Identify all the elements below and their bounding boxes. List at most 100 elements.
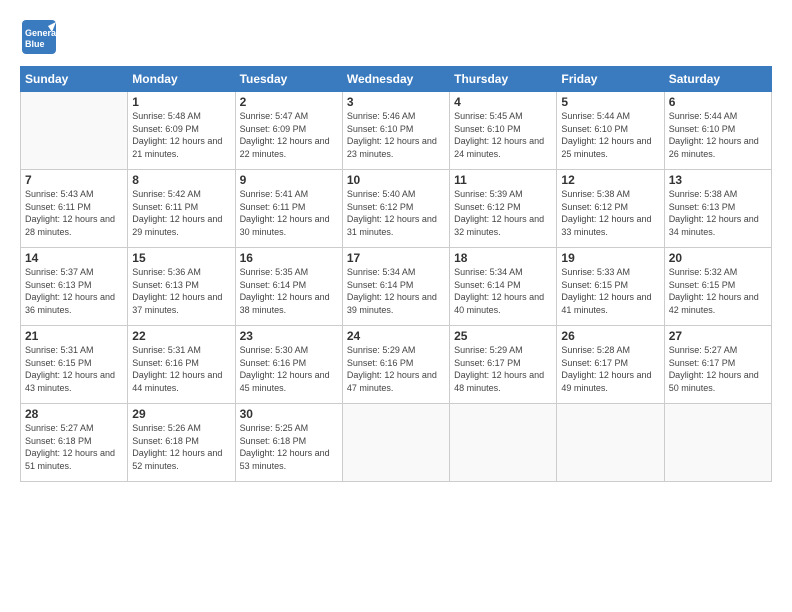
calendar-cell: 24Sunrise: 5:29 AMSunset: 6:16 PMDayligh… bbox=[342, 326, 449, 404]
day-info: Sunrise: 5:33 AMSunset: 6:15 PMDaylight:… bbox=[561, 266, 659, 316]
day-number: 9 bbox=[240, 173, 338, 187]
day-number: 29 bbox=[132, 407, 230, 421]
calendar-header-monday: Monday bbox=[128, 67, 235, 92]
calendar-header-wednesday: Wednesday bbox=[342, 67, 449, 92]
sunrise-text: Sunrise: 5:44 AM bbox=[669, 110, 767, 123]
sunrise-text: Sunrise: 5:39 AM bbox=[454, 188, 552, 201]
daylight-text: Daylight: 12 hours and 32 minutes. bbox=[454, 213, 552, 238]
sunrise-text: Sunrise: 5:46 AM bbox=[347, 110, 445, 123]
daylight-text: Daylight: 12 hours and 37 minutes. bbox=[132, 291, 230, 316]
calendar-cell: 3Sunrise: 5:46 AMSunset: 6:10 PMDaylight… bbox=[342, 92, 449, 170]
sunrise-text: Sunrise: 5:38 AM bbox=[669, 188, 767, 201]
day-info: Sunrise: 5:27 AMSunset: 6:18 PMDaylight:… bbox=[25, 422, 123, 472]
calendar-header-sunday: Sunday bbox=[21, 67, 128, 92]
sunrise-text: Sunrise: 5:40 AM bbox=[347, 188, 445, 201]
daylight-text: Daylight: 12 hours and 30 minutes. bbox=[240, 213, 338, 238]
calendar-header-row: SundayMondayTuesdayWednesdayThursdayFrid… bbox=[21, 67, 772, 92]
sunset-text: Sunset: 6:09 PM bbox=[240, 123, 338, 136]
daylight-text: Daylight: 12 hours and 28 minutes. bbox=[25, 213, 123, 238]
sunrise-text: Sunrise: 5:31 AM bbox=[132, 344, 230, 357]
calendar-cell: 4Sunrise: 5:45 AMSunset: 6:10 PMDaylight… bbox=[450, 92, 557, 170]
day-number: 27 bbox=[669, 329, 767, 343]
sunset-text: Sunset: 6:15 PM bbox=[561, 279, 659, 292]
calendar-header-tuesday: Tuesday bbox=[235, 67, 342, 92]
day-number: 12 bbox=[561, 173, 659, 187]
daylight-text: Daylight: 12 hours and 22 minutes. bbox=[240, 135, 338, 160]
day-number: 20 bbox=[669, 251, 767, 265]
daylight-text: Daylight: 12 hours and 21 minutes. bbox=[132, 135, 230, 160]
sunrise-text: Sunrise: 5:30 AM bbox=[240, 344, 338, 357]
sunrise-text: Sunrise: 5:27 AM bbox=[25, 422, 123, 435]
sunset-text: Sunset: 6:16 PM bbox=[347, 357, 445, 370]
sunset-text: Sunset: 6:11 PM bbox=[240, 201, 338, 214]
sunrise-text: Sunrise: 5:43 AM bbox=[25, 188, 123, 201]
day-info: Sunrise: 5:26 AMSunset: 6:18 PMDaylight:… bbox=[132, 422, 230, 472]
daylight-text: Daylight: 12 hours and 52 minutes. bbox=[132, 447, 230, 472]
day-info: Sunrise: 5:34 AMSunset: 6:14 PMDaylight:… bbox=[454, 266, 552, 316]
sunrise-text: Sunrise: 5:38 AM bbox=[561, 188, 659, 201]
calendar-header-saturday: Saturday bbox=[664, 67, 771, 92]
sunrise-text: Sunrise: 5:45 AM bbox=[454, 110, 552, 123]
calendar-cell: 27Sunrise: 5:27 AMSunset: 6:17 PMDayligh… bbox=[664, 326, 771, 404]
daylight-text: Daylight: 12 hours and 44 minutes. bbox=[132, 369, 230, 394]
sunrise-text: Sunrise: 5:29 AM bbox=[454, 344, 552, 357]
daylight-text: Daylight: 12 hours and 36 minutes. bbox=[25, 291, 123, 316]
calendar-cell: 18Sunrise: 5:34 AMSunset: 6:14 PMDayligh… bbox=[450, 248, 557, 326]
calendar: SundayMondayTuesdayWednesdayThursdayFrid… bbox=[20, 66, 772, 482]
day-info: Sunrise: 5:35 AMSunset: 6:14 PMDaylight:… bbox=[240, 266, 338, 316]
sunset-text: Sunset: 6:10 PM bbox=[347, 123, 445, 136]
calendar-cell: 8Sunrise: 5:42 AMSunset: 6:11 PMDaylight… bbox=[128, 170, 235, 248]
calendar-cell: 6Sunrise: 5:44 AMSunset: 6:10 PMDaylight… bbox=[664, 92, 771, 170]
day-number: 16 bbox=[240, 251, 338, 265]
sunset-text: Sunset: 6:16 PM bbox=[240, 357, 338, 370]
sunset-text: Sunset: 6:15 PM bbox=[669, 279, 767, 292]
sunset-text: Sunset: 6:18 PM bbox=[132, 435, 230, 448]
day-info: Sunrise: 5:41 AMSunset: 6:11 PMDaylight:… bbox=[240, 188, 338, 238]
daylight-text: Daylight: 12 hours and 29 minutes. bbox=[132, 213, 230, 238]
sunset-text: Sunset: 6:17 PM bbox=[669, 357, 767, 370]
daylight-text: Daylight: 12 hours and 48 minutes. bbox=[454, 369, 552, 394]
daylight-text: Daylight: 12 hours and 38 minutes. bbox=[240, 291, 338, 316]
day-info: Sunrise: 5:31 AMSunset: 6:16 PMDaylight:… bbox=[132, 344, 230, 394]
daylight-text: Daylight: 12 hours and 43 minutes. bbox=[25, 369, 123, 394]
daylight-text: Daylight: 12 hours and 50 minutes. bbox=[669, 369, 767, 394]
daylight-text: Daylight: 12 hours and 47 minutes. bbox=[347, 369, 445, 394]
calendar-cell: 1Sunrise: 5:48 AMSunset: 6:09 PMDaylight… bbox=[128, 92, 235, 170]
calendar-cell: 29Sunrise: 5:26 AMSunset: 6:18 PMDayligh… bbox=[128, 404, 235, 482]
sunset-text: Sunset: 6:10 PM bbox=[561, 123, 659, 136]
sunrise-text: Sunrise: 5:42 AM bbox=[132, 188, 230, 201]
calendar-cell bbox=[557, 404, 664, 482]
sunset-text: Sunset: 6:11 PM bbox=[132, 201, 230, 214]
calendar-cell: 21Sunrise: 5:31 AMSunset: 6:15 PMDayligh… bbox=[21, 326, 128, 404]
day-number: 2 bbox=[240, 95, 338, 109]
day-number: 15 bbox=[132, 251, 230, 265]
day-number: 11 bbox=[454, 173, 552, 187]
daylight-text: Daylight: 12 hours and 53 minutes. bbox=[240, 447, 338, 472]
calendar-cell bbox=[342, 404, 449, 482]
calendar-week-row: 1Sunrise: 5:48 AMSunset: 6:09 PMDaylight… bbox=[21, 92, 772, 170]
calendar-cell: 2Sunrise: 5:47 AMSunset: 6:09 PMDaylight… bbox=[235, 92, 342, 170]
day-info: Sunrise: 5:39 AMSunset: 6:12 PMDaylight:… bbox=[454, 188, 552, 238]
sunrise-text: Sunrise: 5:36 AM bbox=[132, 266, 230, 279]
day-number: 8 bbox=[132, 173, 230, 187]
day-info: Sunrise: 5:29 AMSunset: 6:17 PMDaylight:… bbox=[454, 344, 552, 394]
day-info: Sunrise: 5:47 AMSunset: 6:09 PMDaylight:… bbox=[240, 110, 338, 160]
sunset-text: Sunset: 6:17 PM bbox=[454, 357, 552, 370]
day-number: 13 bbox=[669, 173, 767, 187]
day-number: 3 bbox=[347, 95, 445, 109]
day-info: Sunrise: 5:38 AMSunset: 6:13 PMDaylight:… bbox=[669, 188, 767, 238]
header: General Blue bbox=[20, 18, 772, 56]
sunset-text: Sunset: 6:17 PM bbox=[561, 357, 659, 370]
day-number: 1 bbox=[132, 95, 230, 109]
day-info: Sunrise: 5:28 AMSunset: 6:17 PMDaylight:… bbox=[561, 344, 659, 394]
logo-icon: General Blue bbox=[20, 18, 58, 56]
day-info: Sunrise: 5:29 AMSunset: 6:16 PMDaylight:… bbox=[347, 344, 445, 394]
svg-text:Blue: Blue bbox=[25, 39, 45, 49]
sunrise-text: Sunrise: 5:37 AM bbox=[25, 266, 123, 279]
sunrise-text: Sunrise: 5:47 AM bbox=[240, 110, 338, 123]
calendar-cell: 17Sunrise: 5:34 AMSunset: 6:14 PMDayligh… bbox=[342, 248, 449, 326]
calendar-week-row: 21Sunrise: 5:31 AMSunset: 6:15 PMDayligh… bbox=[21, 326, 772, 404]
day-number: 28 bbox=[25, 407, 123, 421]
sunrise-text: Sunrise: 5:48 AM bbox=[132, 110, 230, 123]
daylight-text: Daylight: 12 hours and 24 minutes. bbox=[454, 135, 552, 160]
